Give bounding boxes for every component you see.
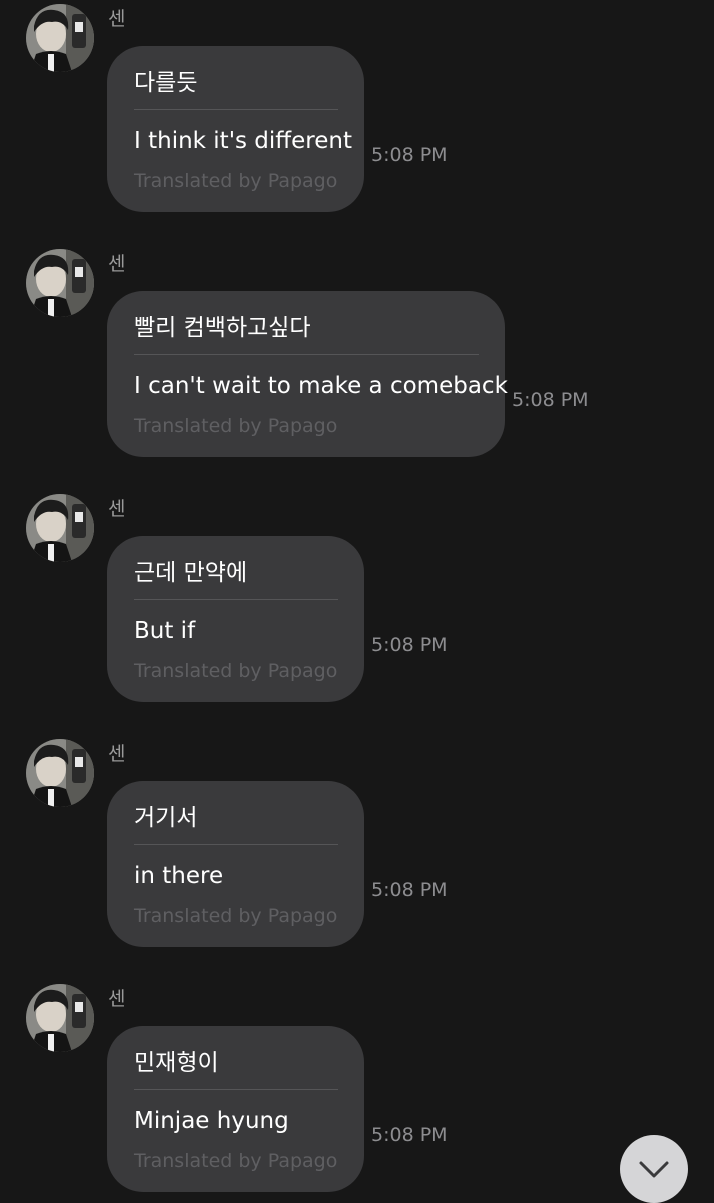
message-bubble[interactable]: 거기서 in there Translated by Papago <box>107 781 364 947</box>
original-text: 다를듯 <box>134 70 198 96</box>
translation-credit: Translated by Papago <box>134 660 338 682</box>
sender-name: 센 <box>108 988 126 1010</box>
avatar[interactable] <box>26 4 94 72</box>
avatar[interactable] <box>26 494 94 562</box>
translated-text: I can't wait to make a comeback <box>134 373 508 399</box>
translated-text: Minjae hyung <box>134 1108 289 1134</box>
avatar[interactable] <box>26 249 94 317</box>
avatar-photo <box>26 494 94 562</box>
original-text: 빨리 컴백하고싶다 <box>134 315 311 341</box>
sender-name: 센 <box>108 8 126 30</box>
original-text: 민재형이 <box>134 1050 219 1076</box>
translated-text: But if <box>134 618 196 644</box>
message-timestamp: 5:08 PM <box>371 144 448 166</box>
translated-text: I think it's different <box>134 128 352 154</box>
sender-name: 센 <box>108 253 126 275</box>
divider <box>134 109 338 110</box>
avatar[interactable] <box>26 739 94 807</box>
divider <box>134 599 338 600</box>
avatar-photo <box>26 984 94 1052</box>
avatar-photo <box>26 249 94 317</box>
translation-credit: Translated by Papago <box>134 170 338 192</box>
message-bubble[interactable]: 빨리 컴백하고싶다 I can't wait to make a comebac… <box>107 291 508 457</box>
chevron-down-icon <box>639 1161 669 1178</box>
message-timestamp: 5:08 PM <box>371 879 448 901</box>
message-bubble[interactable]: 근데 만약에 But if Translated by Papago <box>107 536 364 702</box>
avatar-photo <box>26 4 94 72</box>
avatar-photo <box>26 739 94 807</box>
translated-text: in there <box>134 863 224 889</box>
message-bubble[interactable]: 다를듯 I think it's different Translated by… <box>107 46 364 212</box>
chat-message-list[interactable]: 센 다를듯 I think it's different Translated … <box>0 0 714 1200</box>
divider <box>134 1089 338 1090</box>
divider <box>134 844 338 845</box>
translation-credit: Translated by Papago <box>134 415 338 437</box>
avatar[interactable] <box>26 984 94 1052</box>
message-timestamp: 5:08 PM <box>371 1124 448 1146</box>
divider <box>134 354 479 355</box>
scroll-to-bottom-button[interactable] <box>620 1135 688 1203</box>
message-timestamp: 5:08 PM <box>512 389 589 411</box>
message-bubble[interactable]: 민재형이 Minjae hyung Translated by Papago <box>107 1026 364 1192</box>
translation-credit: Translated by Papago <box>134 1150 338 1172</box>
original-text: 거기서 <box>134 805 198 831</box>
sender-name: 센 <box>108 498 126 520</box>
original-text: 근데 만약에 <box>134 560 248 586</box>
message-timestamp: 5:08 PM <box>371 634 448 656</box>
sender-name: 센 <box>108 743 126 765</box>
translation-credit: Translated by Papago <box>134 905 338 927</box>
